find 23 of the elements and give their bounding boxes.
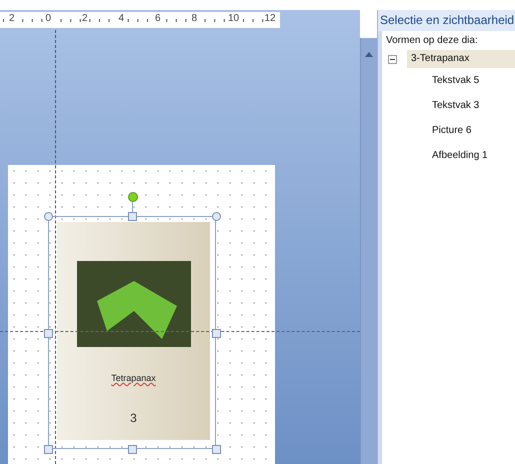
ruler-label: 10 bbox=[227, 13, 240, 24]
ruler-label: 4 bbox=[118, 13, 126, 24]
ruler-label: 0 bbox=[44, 13, 52, 24]
tree-item[interactable]: 3-Tetrapanax bbox=[407, 50, 515, 68]
ruler-label: 2 bbox=[8, 13, 16, 24]
pane-subtitle: Vormen op deze dia: bbox=[385, 35, 479, 48]
tree-item[interactable]: Tekstvak 3 bbox=[382, 93, 515, 118]
ruler-label: 6 bbox=[154, 13, 162, 24]
ruler-label: 2 bbox=[81, 13, 89, 24]
tree-item[interactable]: Picture 6 bbox=[382, 118, 515, 143]
page-number: 3 bbox=[130, 411, 137, 425]
tree-item[interactable]: Afbeelding 1 bbox=[382, 143, 515, 168]
resize-handle[interactable] bbox=[212, 445, 221, 454]
scrollbar[interactable] bbox=[360, 38, 377, 464]
tree-item[interactable]: Tekstvak 5 bbox=[382, 68, 515, 93]
ruler-label: 8 bbox=[190, 13, 198, 24]
collapse-icon[interactable] bbox=[388, 54, 397, 64]
resize-handle[interactable] bbox=[128, 445, 137, 454]
resize-handle[interactable] bbox=[128, 212, 137, 221]
caption-text: Tetrapanax bbox=[111, 373, 156, 383]
ruler-label: 12 bbox=[264, 13, 277, 24]
resize-handle[interactable] bbox=[44, 445, 53, 454]
pane-title: Selectie en zichtbaarheid bbox=[378, 10, 515, 31]
